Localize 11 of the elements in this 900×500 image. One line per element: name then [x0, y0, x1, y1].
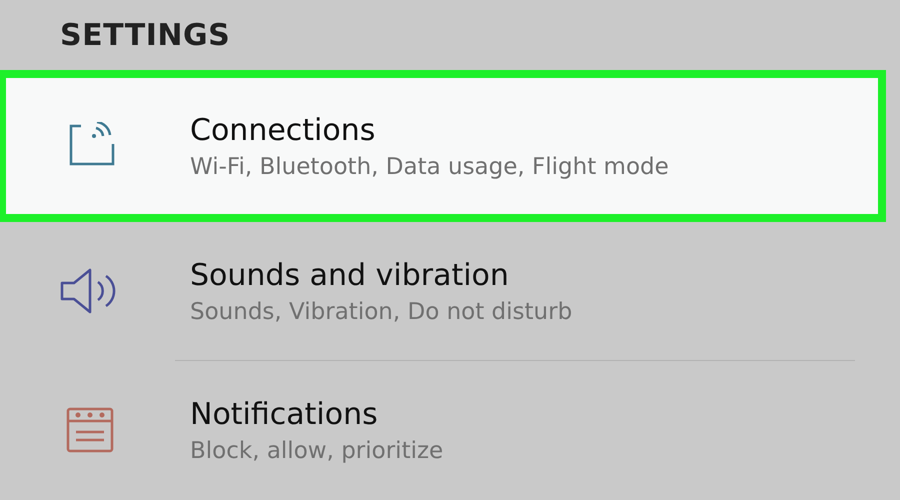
section-title: SETTINGS — [60, 18, 230, 52]
item-title: Connections — [190, 112, 376, 148]
settings-item[interactable]: Notifications Block, allow, prioritize — [0, 361, 900, 499]
item-subtitle: Sounds, Vibration, Do not disturb — [190, 298, 572, 324]
item-title: Sounds and vibration — [190, 258, 510, 292]
item-title: Notifications — [190, 396, 379, 432]
settings-item[interactable]: Sounds and vibration Sounds, Vibration, Do not disturb — [0, 222, 900, 360]
item-subtitle: Block, allow, prioritize — [190, 438, 444, 464]
item-subtitle: Wi-Fi, Bluetooth, Data usage, Flight mode — [190, 154, 669, 180]
settings-item[interactable]: Connections Wi-Fi, Bluetooth, Data usage, Flight mode — [0, 70, 886, 222]
notifications-icon — [66, 407, 114, 453]
